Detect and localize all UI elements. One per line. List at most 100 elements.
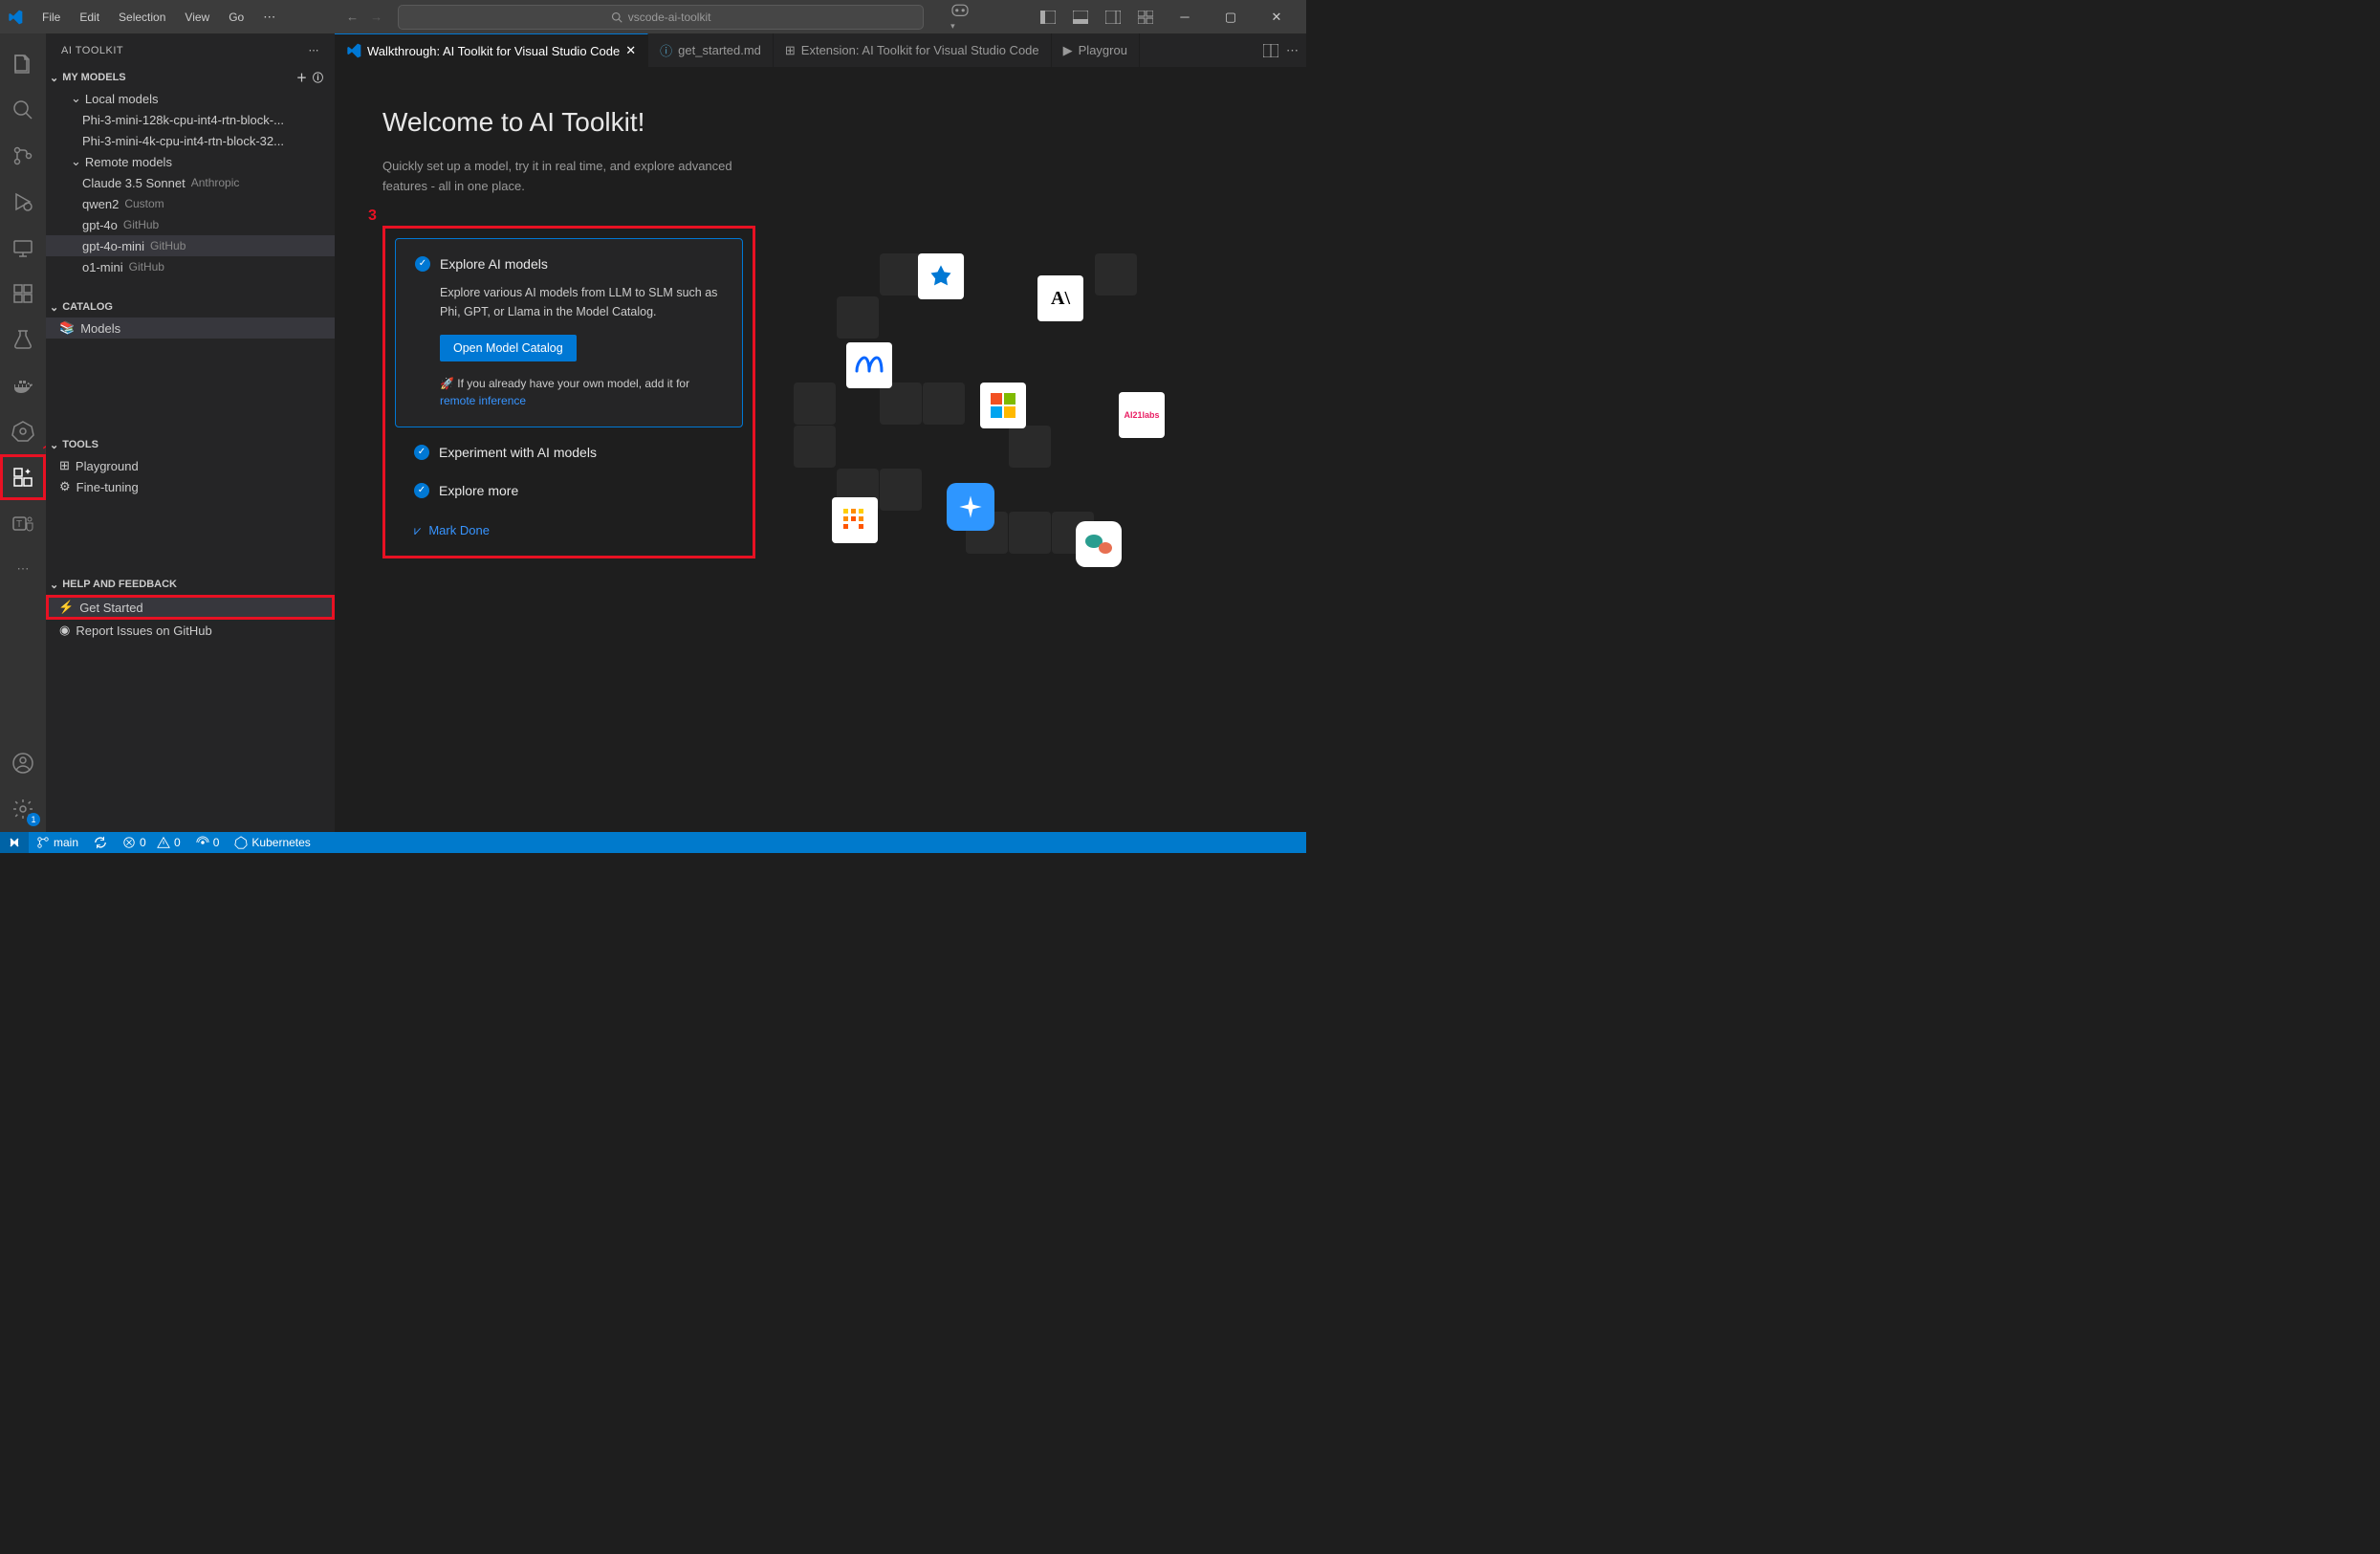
activity-ai-toolkit-icon[interactable]: 1 <box>0 454 46 500</box>
catalog-models-item[interactable]: 📚Models <box>46 317 335 339</box>
activity-settings-icon[interactable]: 1 <box>0 786 46 832</box>
activity-docker-icon[interactable] <box>0 362 46 408</box>
split-editor-icon[interactable] <box>1263 44 1278 57</box>
info-icon[interactable]: ⓘ <box>313 70 323 85</box>
menu-file[interactable]: File <box>34 7 68 28</box>
settings-sliders-icon: ⚙ <box>59 479 71 494</box>
tab-get-started[interactable]: ⓘ get_started.md <box>648 33 774 67</box>
tree-remote-model-item[interactable]: gpt-4o-miniGitHub <box>46 235 335 256</box>
section-help[interactable]: ⌄HELP AND FEEDBACK <box>46 574 335 595</box>
sidebar-more-icon[interactable]: ⋯ <box>309 44 320 56</box>
library-icon: 📚 <box>59 320 75 336</box>
activity-more-icon[interactable]: ⋯ <box>0 546 46 592</box>
tab-extension[interactable]: ⊞ Extension: AI Toolkit for Visual Studi… <box>774 33 1052 67</box>
step-explore-more[interactable]: ✓ Explore more <box>395 477 743 504</box>
add-model-icon[interactable]: ＋ <box>296 70 307 85</box>
status-errors[interactable]: 0 0 <box>115 832 188 853</box>
help-report-issues-item[interactable]: ◉Report Issues on GitHub <box>46 620 335 641</box>
section-tools[interactable]: ⌄TOOLS <box>46 434 335 455</box>
customize-layout-icon[interactable] <box>1130 2 1161 33</box>
tab-label: Playgrou <box>1079 43 1127 57</box>
more-actions-icon[interactable]: ⋯ <box>1286 43 1299 58</box>
walkthrough-content: Welcome to AI Toolkit! Quickly set up a … <box>335 67 1306 832</box>
chevron-down-icon: ⌄ <box>71 91 81 106</box>
menu-go[interactable]: Go <box>221 7 251 28</box>
mark-done-link[interactable]: ⩗ Mark Done <box>395 515 743 546</box>
layout-sidebar-left-icon[interactable] <box>1033 2 1063 33</box>
activity-explorer-icon[interactable] <box>0 41 46 87</box>
tab-playground[interactable]: ▶ Playgrou <box>1052 33 1140 67</box>
settings-badge: 1 <box>27 813 40 826</box>
menu-edit[interactable]: Edit <box>72 7 107 28</box>
grid-tile <box>794 426 836 468</box>
sidebar-title: AI TOOLKIT ⋯ <box>46 33 335 67</box>
activity-accounts-icon[interactable] <box>0 740 46 786</box>
editor-tabs: Walkthrough: AI Toolkit for Visual Studi… <box>335 33 1306 67</box>
menu-selection[interactable]: Selection <box>111 7 173 28</box>
grid-tile <box>1095 253 1137 295</box>
tree-remote-model-item[interactable]: qwen2Custom <box>46 193 335 214</box>
open-model-catalog-button[interactable]: Open Model Catalog <box>440 335 577 361</box>
menu-more-icon[interactable]: ⋯ <box>255 6 283 29</box>
activity-search-icon[interactable] <box>0 87 46 133</box>
activity-testing-icon[interactable] <box>0 317 46 362</box>
lightning-icon: ⚡ <box>58 600 74 615</box>
minimize-button[interactable]: ─ <box>1163 0 1207 33</box>
activity-remote-icon[interactable] <box>0 225 46 271</box>
section-catalog[interactable]: ⌄CATALOG <box>46 296 335 317</box>
activity-kubernetes-icon[interactable] <box>0 408 46 454</box>
grid-tile <box>794 383 836 425</box>
status-ports[interactable]: 0 <box>188 832 228 853</box>
close-button[interactable]: ✕ <box>1255 0 1299 33</box>
tools-finetuning-item[interactable]: ⚙Fine-tuning <box>46 476 335 497</box>
tree-local-model-item[interactable]: Phi-3-mini-128k-cpu-int4-rtn-block-... <box>46 109 335 130</box>
status-remote-button[interactable] <box>0 832 29 853</box>
activity-extensions-icon[interactable] <box>0 271 46 317</box>
tools-playground-item[interactable]: ⊞Playground <box>46 455 335 476</box>
step-note: 🚀 If you already have your own model, ad… <box>415 375 723 409</box>
star-logo-icon <box>947 483 994 531</box>
copilot-icon[interactable]: ▾ <box>950 2 970 32</box>
svg-text:T: T <box>16 519 22 530</box>
sidebar: AI TOOLKIT ⋯ ⌄ MY MODELS ＋ ⓘ ⌄Local mode… <box>46 33 335 832</box>
titlebar: File Edit Selection View Go ⋯ ← → vscode… <box>0 0 1306 33</box>
check-icon: ✓ <box>415 256 430 272</box>
tree-local-models[interactable]: ⌄Local models <box>46 88 335 109</box>
help-get-started-item[interactable]: ⚡Get Started <box>46 595 335 620</box>
activity-teams-icon[interactable]: T <box>0 500 46 546</box>
activity-scm-icon[interactable] <box>0 133 46 179</box>
tree-remote-models[interactable]: ⌄Remote models <box>46 151 335 172</box>
status-branch[interactable]: main <box>29 832 86 853</box>
layout-panel-icon[interactable] <box>1065 2 1096 33</box>
command-center-search[interactable]: vscode-ai-toolkit <box>398 5 924 30</box>
step-explore-models[interactable]: ✓ Explore AI models Explore various AI m… <box>395 238 743 427</box>
search-text: vscode-ai-toolkit <box>628 11 711 24</box>
walkthrough-description: Quickly set up a model, try it in real t… <box>382 157 755 197</box>
tree-remote-model-item[interactable]: o1-miniGitHub <box>46 256 335 277</box>
step-experiment[interactable]: ✓ Experiment with AI models <box>395 439 743 466</box>
tab-label: get_started.md <box>678 43 761 57</box>
extension-icon: ⊞ <box>785 43 796 58</box>
step-title: Explore more <box>439 483 518 498</box>
status-kubernetes[interactable]: Kubernetes <box>227 832 317 853</box>
status-sync[interactable] <box>86 832 115 853</box>
tree-remote-model-item[interactable]: gpt-4oGitHub <box>46 214 335 235</box>
activity-debug-icon[interactable] <box>0 179 46 225</box>
tab-walkthrough[interactable]: Walkthrough: AI Toolkit for Visual Studi… <box>335 33 648 67</box>
tree-remote-model-item[interactable]: Claude 3.5 SonnetAnthropic <box>46 172 335 193</box>
play-icon: ▶ <box>1063 43 1073 58</box>
tree-local-model-item[interactable]: Phi-3-mini-4k-cpu-int4-rtn-block-32... <box>46 130 335 151</box>
menu-view[interactable]: View <box>177 7 217 28</box>
anthropic-logo-icon: A\ <box>1037 275 1083 321</box>
nav-back-icon[interactable]: ← <box>346 10 359 24</box>
remote-inference-link[interactable]: remote inference <box>440 394 526 407</box>
layout-sidebar-right-icon[interactable] <box>1098 2 1128 33</box>
vscode-icon <box>346 43 361 58</box>
maximize-button[interactable]: ▢ <box>1209 0 1253 33</box>
step-title: Explore AI models <box>440 256 548 272</box>
section-my-models[interactable]: ⌄ MY MODELS ＋ ⓘ <box>46 67 335 88</box>
nav-forward-icon[interactable]: → <box>370 10 382 24</box>
microsoft-logo-icon <box>980 383 1026 428</box>
github-icon: ◉ <box>59 623 70 638</box>
walkthrough-title: Welcome to AI Toolkit! <box>382 105 755 140</box>
